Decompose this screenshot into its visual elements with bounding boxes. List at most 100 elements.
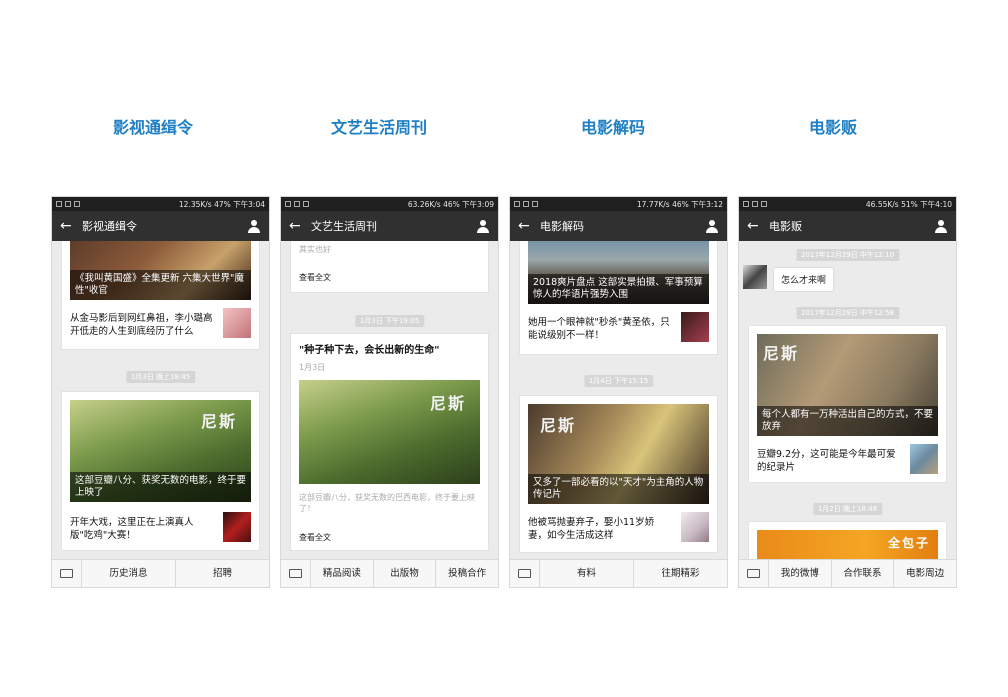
article-caption: 又多了一部必看的以"天才"为主角的人物传记片 [528, 474, 709, 504]
status-text: 17.77K/s 46% 下午3:12 [636, 199, 723, 209]
column-title-4: 电影贩 [808, 118, 857, 137]
profile-icon[interactable] [705, 219, 719, 233]
menu-item-submit[interactable]: 投稿合作 [436, 560, 498, 588]
status-text: 46.55K/s 51% 下午4:10 [865, 199, 952, 209]
article-cover-image[interactable]: 2018爽片盘点 这部实景拍摄、军事预算惊人的华语片强势入围 [528, 241, 709, 304]
keyboard-icon[interactable] [281, 559, 311, 587]
article-card[interactable]: "种子种下去，会长出新的生命" 1月3日 尼斯 这部豆瓣八分，获奖无数的巴西电影… [290, 333, 489, 551]
menu-item-recruit[interactable]: 招聘 [176, 560, 269, 588]
column-title-2: 文艺生活周刊 [330, 118, 427, 137]
film-logo: 尼斯 [540, 416, 577, 435]
message-feed[interactable]: 2017年12月29日 中午12:10 怎么才来啊 2017年12月29日 中午… [739, 241, 956, 559]
read-all-link[interactable]: 查看全文 [299, 272, 331, 283]
column-title-1: 影视通缉令 [112, 118, 193, 137]
back-arrow-icon[interactable]: ← [518, 218, 540, 234]
back-arrow-icon[interactable]: ← [60, 218, 82, 234]
menu-item-history[interactable]: 历史消息 [82, 559, 176, 587]
column-title-3: 电影解码 [580, 118, 645, 137]
status-bar: 17.77K/s 46% 下午3:12 [510, 197, 727, 211]
article-description: 这部豆瓣八分，获奖无数的巴西电影，终于要上映了！ [299, 493, 475, 513]
message-feed[interactable]: 其实也好 查看全文 1月3日 下午19:05 "种子种下去，会长出新的生命" 1… [281, 241, 498, 559]
status-text: 12.35K/s 47% 下午3:04 [178, 199, 265, 209]
article-sub-title[interactable]: 豆瓣9.2分，这可能是今年最可爱的纪录片 [757, 448, 902, 474]
menu-item-reading[interactable]: 精品阅读 [311, 559, 374, 587]
message-feed[interactable]: 《我叫黄国盛》全集更新 六集大世界"魔性"收官 从金马影后到网红鼻祖，李小璐高开… [52, 241, 269, 559]
menu-item-weibo[interactable]: 我的微博 [769, 559, 832, 587]
message-feed[interactable]: 2018爽片盘点 这部实景拍摄、军事预算惊人的华语片强势入围 她用一个眼神就"秒… [510, 241, 727, 559]
status-bar: 46.55K/s 51% 下午4:10 [739, 197, 956, 211]
menu-bar: 历史消息 招聘 [52, 559, 269, 587]
article-sub-title[interactable]: 他被骂抛妻弃子，娶小11岁娇妻，如今生活成这样 [528, 516, 673, 542]
back-arrow-icon[interactable]: ← [289, 218, 311, 234]
article-cover-image[interactable]: 尼斯 每个人都有一万种活出自己的方式，不要放弃 [757, 334, 938, 436]
phone-screen-2: 63.26K/s 46% 下午3:09 ← 文艺生活周刊 其实也好 查看全文 1… [280, 196, 499, 588]
back-arrow-icon[interactable]: ← [747, 218, 769, 234]
timestamp: 1月2日 晚上18:48 [812, 503, 883, 515]
timestamp: 2017年12月29日 中午12:58 [795, 307, 900, 319]
film-logo: 尼斯 [200, 412, 237, 431]
timestamp: 1月4日 下午15:15 [583, 375, 654, 387]
profile-icon[interactable] [476, 219, 490, 233]
article-card[interactable]: 尼斯 又多了一部必看的以"天才"为主角的人物传记片 他被骂抛妻弃子，娶小11岁娇… [519, 395, 718, 553]
read-all-link[interactable]: 查看全文 [299, 532, 331, 543]
nav-title: 电影贩 [769, 220, 802, 233]
timestamp: 1月3日 晚上18:45 [125, 371, 196, 383]
article-card[interactable]: 全包子 [748, 521, 947, 559]
article-card[interactable]: 其实也好 查看全文 [290, 241, 489, 293]
menu-item-publications[interactable]: 出版物 [374, 559, 437, 587]
timestamp: 2017年12月29日 中午12:10 [795, 249, 900, 261]
nav-title: 影视通缉令 [82, 220, 137, 233]
nav-bar: ← 文艺生活周刊 [281, 211, 498, 241]
nav-bar: ← 电影贩 [739, 211, 956, 241]
profile-icon[interactable] [934, 219, 948, 233]
article-card[interactable]: 2018爽片盘点 这部实景拍摄、军事预算惊人的华语片强势入围 她用一个眼神就"秒… [519, 241, 718, 355]
article-date: 1月3日 [299, 363, 326, 372]
menu-bar: 精品阅读 出版物 投稿合作 [281, 559, 498, 587]
keyboard-icon[interactable] [510, 559, 540, 587]
article-caption: 这部豆瓣八分、获奖无数的电影，终于要上映了 [70, 472, 251, 502]
article-sub-title[interactable]: 开年大戏，这里正在上演真人版"吃鸡"大赛！ [70, 516, 215, 542]
article-cover-image[interactable]: 尼斯 这部豆瓣八分、获奖无数的电影，终于要上映了 [70, 400, 251, 502]
keyboard-icon[interactable] [739, 559, 769, 587]
menu-item-merch[interactable]: 电影周边 [894, 560, 956, 588]
keyboard-icon[interactable] [52, 559, 82, 587]
article-thumbnail[interactable] [223, 308, 251, 338]
timestamp: 1月3日 下午19:05 [354, 315, 425, 327]
menu-bar: 有料 往期精彩 [510, 559, 727, 587]
menu-item-past[interactable]: 往期精彩 [634, 560, 727, 588]
article-thumbnail[interactable] [223, 512, 251, 542]
article-card[interactable]: 《我叫黄国盛》全集更新 六集大世界"魔性"收官 从金马影后到网红鼻祖，李小璐高开… [61, 241, 260, 350]
article-caption: 每个人都有一万种活出自己的方式，不要放弃 [757, 406, 938, 436]
article-card[interactable]: 尼斯 这部豆瓣八分、获奖无数的电影，终于要上映了 开年大戏，这里正在上演真人版"… [61, 391, 260, 551]
nav-title: 文艺生活周刊 [311, 220, 377, 233]
film-logo: 尼斯 [763, 344, 800, 363]
status-text: 63.26K/s 46% 下午3:09 [407, 199, 494, 209]
sender-avatar[interactable] [743, 265, 767, 289]
film-logo: 尼斯 [429, 394, 466, 413]
status-bar: 63.26K/s 46% 下午3:09 [281, 197, 498, 211]
article-sub-title[interactable]: 从金马影后到网红鼻祖，李小璐高开低走的人生到底经历了什么 [70, 312, 215, 338]
chat-bubble: 怎么才来啊 [773, 267, 835, 292]
phone-screen-4: 46.55K/s 51% 下午4:10 ← 电影贩 2017年12月29日 中午… [738, 196, 957, 588]
article-cover-image[interactable]: 尼斯 又多了一部必看的以"天才"为主角的人物传记片 [528, 404, 709, 504]
nav-bar: ← 电影解码 [510, 211, 727, 241]
nav-bar: ← 影视通缉令 [52, 211, 269, 241]
article-cover-image[interactable]: 尼斯 [299, 380, 480, 484]
article-caption: 《我叫黄国盛》全集更新 六集大世界"魔性"收官 [70, 270, 251, 300]
article-thumbnail[interactable] [681, 512, 709, 542]
article-cover-image[interactable]: 《我叫黄国盛》全集更新 六集大世界"魔性"收官 [70, 241, 251, 300]
menu-bar: 我的微博 合作联系 电影周边 [739, 559, 956, 587]
article-title[interactable]: "种子种下去，会长出新的生命" [299, 344, 480, 357]
article-cover-image[interactable]: 全包子 [757, 530, 938, 559]
phone-screen-3: 17.77K/s 46% 下午3:12 ← 电影解码 2018爽片盘点 这部实景… [509, 196, 728, 588]
status-bar: 12.35K/s 47% 下午3:04 [52, 197, 269, 211]
nav-title: 电影解码 [540, 220, 584, 233]
article-thumbnail[interactable] [910, 444, 938, 474]
menu-item-youliao[interactable]: 有料 [540, 559, 634, 587]
article-thumbnail[interactable] [681, 312, 709, 342]
article-caption: 2018爽片盘点 这部实景拍摄、军事预算惊人的华语片强势入围 [528, 274, 709, 304]
article-sub-title[interactable]: 她用一个眼神就"秒杀"黄圣依，只能说级别不一样！ [528, 316, 673, 342]
menu-item-contact[interactable]: 合作联系 [832, 559, 895, 587]
article-card[interactable]: 尼斯 每个人都有一万种活出自己的方式，不要放弃 豆瓣9.2分，这可能是今年最可爱… [748, 325, 947, 483]
profile-icon[interactable] [247, 219, 261, 233]
